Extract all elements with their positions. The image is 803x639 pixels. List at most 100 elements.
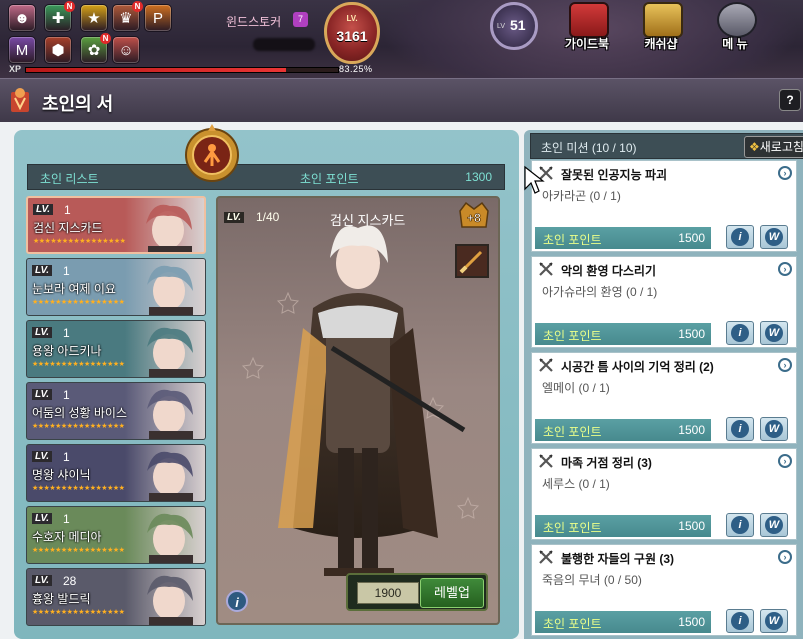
refresh-label: 새로고침 [759, 140, 803, 154]
xp-percent: 83.25% [339, 64, 373, 74]
mouse-cursor-icon [524, 165, 545, 194]
mission-info-button[interactable]: i [726, 225, 754, 249]
mission-target: 아카라곤 (0 / 1) [542, 189, 621, 203]
mission-detail-arrow-icon[interactable]: › [778, 454, 792, 468]
guidebook-button[interactable]: 가이드북 [556, 0, 618, 54]
character-thumbnail [147, 451, 193, 501]
quick-icon-glyph: ⬢ [51, 42, 65, 59]
star-rating: ★★★★★★★★★★★★★★★★ [32, 361, 125, 368]
superhuman-list-item[interactable]: LV. 1 수호자 메디아 ★★★★★★★★★★★★★★★★ [26, 506, 206, 564]
weapon-skill-slot[interactable] [455, 244, 489, 278]
superhuman-emblem-icon [185, 124, 239, 182]
mission-detail-arrow-icon[interactable]: › [778, 550, 792, 564]
mission-info-button[interactable]: i [726, 513, 754, 537]
xp-track [25, 67, 339, 73]
list-level-value: 28 [63, 574, 77, 588]
mission-card: 시공간 틈 사이의 기억 정리 (2) › 엘메이 (0 / 1) 초인 포인트 150… [531, 352, 797, 444]
info-icon: i [731, 324, 749, 342]
card-info-button[interactable]: i [226, 590, 248, 612]
level-up-button[interactable]: 레벨업 [420, 578, 484, 608]
mission-reward: 초인 포인트 1500 [535, 227, 711, 249]
pass-icon[interactable]: P [144, 4, 172, 32]
flower-icon[interactable]: ✿ N [80, 33, 111, 64]
window-title: 초인의 서 [42, 94, 114, 114]
superhuman-list-item[interactable]: LV. 1 용왕 아드키나 ★★★★★★★★★★★★★★★★ [26, 320, 206, 378]
mission-wiki-button[interactable]: W [760, 417, 788, 441]
mission-info-button[interactable]: i [726, 417, 754, 441]
emblem-icon[interactable]: ⬢ [44, 36, 72, 64]
mission-title: 잘못된 인공지능 파괴 [561, 168, 668, 182]
gift-icon[interactable]: ✚ N [44, 1, 75, 32]
quick-icon-glyph: ✿ [87, 42, 101, 59]
points-column-label: 초인 포인트 [300, 172, 359, 186]
treasure-icon[interactable]: ♛ N [112, 1, 143, 32]
face-icon[interactable]: ☺ [112, 36, 140, 64]
star-icon[interactable]: ★ [80, 4, 108, 32]
mission-reward-value: 1500 [678, 615, 705, 629]
list-character-name: 흉왕 발드릭 [32, 592, 91, 606]
window-title-bar [0, 78, 803, 123]
list-header: 초인 리스트 초인 포인트 1300 [27, 164, 505, 190]
star-rating: ★★★★★★★★★★★★★★★★ [32, 547, 125, 554]
mission-wiki-button[interactable]: W [760, 609, 788, 633]
sub-level-badge[interactable]: LV 51 [486, 0, 544, 54]
level-label: LV. [346, 14, 358, 23]
superhuman-list-item[interactable]: LV. 1 명왕 샤이닉 ★★★★★★★★★★★★★★★★ [26, 444, 206, 502]
quick-icon-glyph: ★ [87, 10, 101, 27]
list-character-name: 수호자 메디아 [32, 530, 102, 544]
list-level-value: 1 [63, 264, 70, 278]
list-level-label: LV. [32, 389, 53, 400]
mission-reward-label: 초인 포인트 [543, 617, 602, 631]
mission-info-button[interactable]: i [726, 609, 754, 633]
maple-m-icon[interactable]: M [8, 36, 36, 64]
xp-bar: XP 83.25% [9, 64, 385, 74]
crossed-swords-icon [539, 550, 553, 564]
mission-reward-value: 1500 [678, 327, 705, 341]
mission-detail-arrow-icon[interactable]: › [778, 358, 792, 372]
sword-icon [459, 250, 483, 274]
mission-wiki-button[interactable]: W [760, 321, 788, 345]
enhancement-value: +8 [467, 211, 481, 225]
quick-icon-glyph: P [152, 9, 163, 27]
mission-info-button[interactable]: i [726, 321, 754, 345]
main-menu-label: 메 뉴 [722, 37, 748, 51]
superhuman-list-item[interactable]: LV. 1 어둠의 성황 바이스 ★★★★★★★★★★★★★★★★ [26, 382, 206, 440]
superhuman-list-item[interactable]: LV. 1 검신 지스카드 ★★★★★★★★★★★★★★★★ [26, 196, 206, 254]
help-button[interactable]: ? [779, 89, 801, 111]
info-icon: i [731, 420, 749, 438]
cash-shop-button[interactable]: 캐쉬샵 [630, 0, 692, 54]
list-character-name: 검신 지스카드 [33, 221, 103, 235]
list-level-label: LV. [32, 451, 53, 462]
sub-level-value: 51 [510, 17, 526, 33]
superhuman-list-item[interactable]: LV. 28 흉왕 발드릭 ★★★★★★★★★★★★★★★★ [26, 568, 206, 626]
level-up-cost: 1900 [357, 582, 419, 604]
mission-detail-arrow-icon[interactable]: › [778, 166, 792, 180]
refresh-icon: ❖ [749, 140, 760, 154]
character-thumbnail [147, 513, 193, 563]
mission-card: 악의 환영 다스리기 › 아가슈라의 환영 (0 / 1) 초인 포인트 1500 i W [531, 256, 797, 348]
star-rating: ★★★★★★★★★★★★★★★★ [32, 423, 125, 430]
main-menu-button[interactable]: 메 뉴 [704, 0, 766, 54]
list-character-name: 어둠의 성황 바이스 [32, 406, 127, 420]
mission-detail-arrow-icon[interactable]: › [778, 262, 792, 276]
wiki-icon: W [765, 612, 783, 630]
treasure-chest-icon [643, 2, 683, 38]
new-badge: N [132, 1, 143, 12]
mission-wiki-button[interactable]: W [760, 513, 788, 537]
mission-wiki-button[interactable]: W [760, 225, 788, 249]
superhuman-list-item[interactable]: LV. 1 눈보라 여제 이요 ★★★★★★★★★★★★★★★★ [26, 258, 206, 316]
mission-reward-label: 초인 포인트 [543, 329, 602, 343]
wiki-icon: W [765, 420, 783, 438]
level-shield[interactable]: LV. 3161 [320, 0, 384, 70]
refresh-missions-button[interactable]: ❖새로고침 [744, 136, 803, 158]
event-icon[interactable]: ☻ [8, 4, 36, 32]
character-thumbnail [147, 575, 193, 625]
list-level-label: LV. [32, 575, 53, 586]
star-rating: ★★★★★★★★★★★★★★★★ [32, 485, 125, 492]
mission-title: 불행한 자들의 구원 (3) [561, 552, 674, 566]
mission-title: 시공간 틈 사이의 기억 정리 (2) [561, 360, 714, 374]
character-badge: 7 [293, 12, 308, 27]
info-icon: i [731, 516, 749, 534]
level-value: 3161 [336, 28, 368, 44]
list-level-value: 1 [63, 326, 70, 340]
